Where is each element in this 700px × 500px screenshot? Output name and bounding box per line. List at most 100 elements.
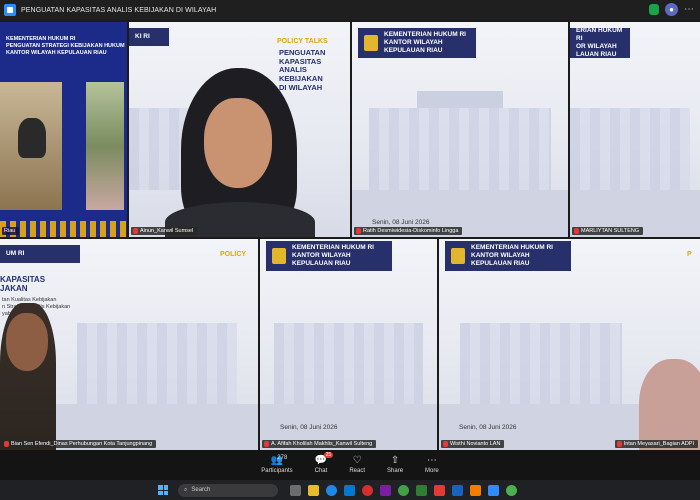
presentation-ornament xyxy=(0,221,127,237)
slide-title: KAPASITAS JAKAN xyxy=(0,275,46,294)
participant-name: Intan Meyasari_Bagian ADPI xyxy=(623,441,694,447)
logo-line3: KEPULAUAN RIAU xyxy=(471,260,530,268)
emblem-icon xyxy=(272,248,286,264)
participant-name-tag: MARLIYTAN SULTENG xyxy=(572,227,644,235)
participant-name-tag: A. Afifah Kholilah Makhlis_Kanwil Sulten… xyxy=(262,440,377,448)
mic-muted-icon xyxy=(356,228,361,234)
zoom-app-icon xyxy=(4,4,16,16)
outlook-icon[interactable] xyxy=(344,484,355,496)
meeting-title: PENGUATAN KAPASITAS ANALIS KEBIJAKAN DI … xyxy=(21,6,217,14)
chat-button[interactable]: 💬 25 Chat xyxy=(314,452,334,474)
participant-name-tag: Wisthi Novianto LAN xyxy=(441,440,505,448)
video-tile-participant-6[interactable]: KEMENTERIAN HUKUM RI KANTOR WILAYAH KEPU… xyxy=(439,239,700,450)
share-arrow-icon: ⇧ xyxy=(390,454,400,466)
presentation-head-line2: PENGUATAN STRATEGI KEBIJAKAN HUKUM xyxy=(6,42,125,49)
participant-name-tag: Riau xyxy=(2,227,20,235)
building-backdrop xyxy=(459,323,622,404)
share-button[interactable]: ⇧ Share xyxy=(387,454,404,475)
logo-line2: KANTOR WILAYAH xyxy=(384,38,443,46)
policy-talks-label: POLICY TALKS xyxy=(277,38,328,45)
word-icon[interactable] xyxy=(452,484,463,496)
task-view-icon[interactable] xyxy=(290,484,301,496)
logo-line3: KEPULAUAN RIAU xyxy=(384,47,443,55)
participant-face xyxy=(204,98,272,188)
building-roof xyxy=(416,90,504,108)
participant-name-tag: Intan Meyasari_Bagian ADPI xyxy=(614,440,698,448)
video-tile-participant-5[interactable]: KEMENTERIAN HUKUM RI KANTOR WILAYAH KEPU… xyxy=(260,239,437,450)
powerpoint-icon[interactable] xyxy=(470,484,481,496)
slide-title-line1: PENGUATAN KAPASITAS xyxy=(279,48,326,66)
search-placeholder: Search xyxy=(191,487,211,493)
mic-muted-icon xyxy=(4,441,9,447)
search-icon: ⌕ xyxy=(184,486,188,493)
video-tile-participant-3[interactable]: ERIAN HUKUM RI OR WILAYAH LAUAN RIAU MAR… xyxy=(570,22,700,237)
taskbar-search[interactable]: ⌕ Search xyxy=(178,483,278,497)
participant-name: Wisthi Novianto LAN xyxy=(450,441,501,447)
participant-name: Bian Sen Efendi_Dinas Perhubungan Kota T… xyxy=(11,441,153,447)
participants-count: 278 xyxy=(277,455,288,461)
participant-face xyxy=(6,313,48,371)
building-backdrop xyxy=(77,323,238,404)
participant-name-tag: Ratih Desmiwidesia-Diskominfo Lingga xyxy=(354,227,463,235)
logo-box: UM RI xyxy=(0,245,80,263)
logo-line2: KANTOR WILAYAH xyxy=(292,251,351,259)
meeting-toolbar: 👥 278 Participants 💬 25 Chat ♡ React ⇧ S… xyxy=(0,450,700,480)
participant-name: Ainun_Kanwil Sumsel xyxy=(140,228,194,234)
chat-unread-badge: 25 xyxy=(323,452,334,458)
slide-date: Senin, 08 Juni 2026 xyxy=(372,219,430,226)
building-backdrop xyxy=(369,108,551,190)
react-label: React xyxy=(349,468,366,474)
video-tile-participant-2[interactable]: KEMENTERIAN HUKUM RI KANTOR WILAYAH KEPU… xyxy=(352,22,568,237)
presentation-photo-group xyxy=(86,82,124,210)
participant-name-tag: Ainun_Kanwil Sumsel xyxy=(131,227,198,235)
mic-muted-icon xyxy=(264,441,269,447)
building-backdrop xyxy=(274,323,423,404)
security-shield-icon[interactable] xyxy=(649,4,659,15)
file-explorer-icon[interactable] xyxy=(308,484,319,496)
chat-label: Chat xyxy=(314,468,328,474)
participant-silhouette xyxy=(639,359,700,450)
policy-talks-label: P xyxy=(687,251,692,258)
app-l-icon[interactable] xyxy=(434,484,445,496)
whatsapp-icon[interactable] xyxy=(506,484,517,496)
more-button[interactable]: ⋯ More xyxy=(425,454,439,475)
participant-name: Ratih Desmiwidesia-Diskominfo Lingga xyxy=(363,228,459,234)
mic-muted-icon xyxy=(443,441,448,447)
zoom-icon[interactable] xyxy=(488,484,499,496)
logo-box: KI RI xyxy=(129,28,169,46)
opera-icon[interactable] xyxy=(362,484,373,496)
video-tile-participant-1[interactable]: KI RI POLICY TALKS PENGUATAN KAPASITAS A… xyxy=(129,22,350,237)
windows-taskbar: ⌕ Search xyxy=(0,480,700,500)
presentation-head-line1: KEMENTERIAN HUKUM RI xyxy=(6,36,76,42)
ministry-logo: KEMENTERIAN HUKUM RI KANTOR WILAYAH KEPU… xyxy=(266,241,392,271)
presentation-header: KEMENTERIAN HUKUM RI PENGUATAN STRATEGI … xyxy=(0,22,127,74)
chrome-icon[interactable] xyxy=(398,484,409,496)
meeting-title-bar: PENGUATAN KAPASITAS ANALIS KEBIJAKAN DI … xyxy=(0,0,700,20)
logo-line1: KEMENTERIAN HUKUM RI xyxy=(384,30,466,38)
more-label: More xyxy=(425,468,439,474)
logo-line2: KANTOR WILAYAH xyxy=(471,251,530,259)
presentation-head-line3: KANTOR WILAYAH KEPULAUAN RIAU xyxy=(6,49,107,56)
teams-icon[interactable] xyxy=(380,484,391,496)
participant-name-tag: Bian Sen Efendi_Dinas Perhubungan Kota T… xyxy=(2,440,157,448)
more-options-icon[interactable]: ⋯ xyxy=(684,3,694,16)
slide-date: Senin, 08 Juni 2026 xyxy=(280,424,338,431)
react-button[interactable]: ♡ React xyxy=(349,454,366,475)
logo-line1: KEMENTERIAN HUKUM RI xyxy=(471,243,553,251)
video-tile-participant-4[interactable]: UM RI POLICY KAPASITAS JAKAN tan Kualitas… xyxy=(0,239,258,450)
ministry-logo: KEMENTERIAN HUKUM RI KANTOR WILAYAH KEPU… xyxy=(358,28,476,58)
edge-browser-icon[interactable] xyxy=(326,484,337,496)
speaker-silhouette xyxy=(18,118,46,158)
share-label: Share xyxy=(387,468,404,474)
emblem-icon xyxy=(364,35,378,51)
excel-icon[interactable] xyxy=(416,484,427,496)
participant-name: MARLIYTAN SULTENG xyxy=(581,228,640,234)
emblem-icon xyxy=(451,248,465,264)
more-dots-icon: ⋯ xyxy=(426,454,437,466)
windows-start-icon[interactable] xyxy=(158,485,168,495)
user-avatar[interactable]: ● xyxy=(665,3,678,16)
participants-button[interactable]: 👥 278 Participants xyxy=(261,454,292,475)
video-tile-presentation[interactable]: KEMENTERIAN HUKUM RI PENGUATAN STRATEGI … xyxy=(0,22,127,237)
slide-title-line3: DI WILAYAH xyxy=(279,82,323,92)
participant-name: A. Afifah Kholilah Makhlis_Kanwil Sulten… xyxy=(271,441,373,447)
